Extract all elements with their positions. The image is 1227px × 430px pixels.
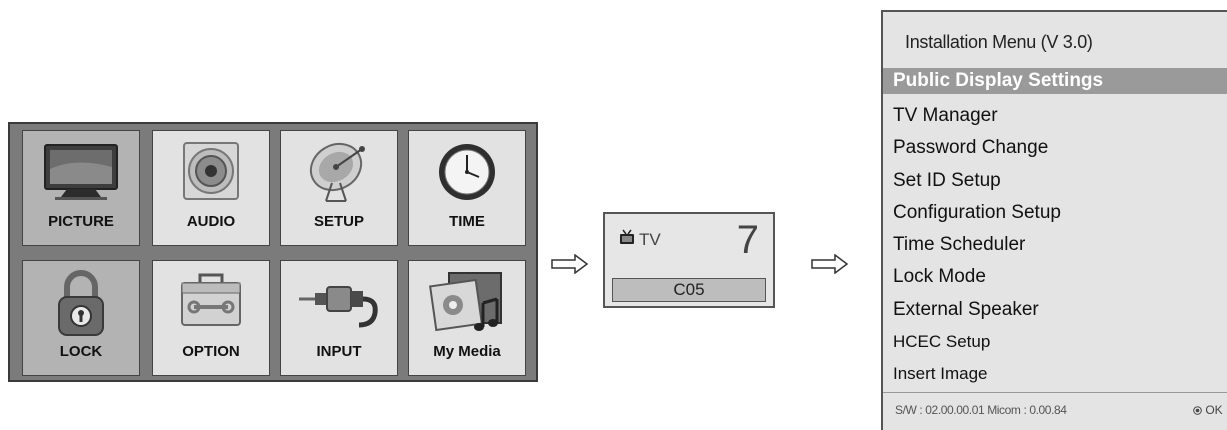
padlock-icon xyxy=(51,269,111,342)
menu-tile-setup[interactable]: SETUP xyxy=(280,130,398,246)
channel-name: C05 xyxy=(612,278,766,302)
software-version: S/W : 02.00.00.01 Micom : 0.00.84 xyxy=(895,403,1067,417)
photo-music-icon xyxy=(427,269,507,342)
tv-icon xyxy=(619,229,635,250)
menu-tile-option[interactable]: OPTION xyxy=(152,260,270,376)
menu-item-password-change[interactable]: Password Change xyxy=(883,132,1227,164)
menu-footer: S/W : 02.00.00.01 Micom : 0.00.84 OK xyxy=(883,392,1227,423)
monitor-icon xyxy=(41,139,121,208)
menu-item-tv-manager[interactable]: TV Manager xyxy=(883,100,1227,132)
menu-tile-input[interactable]: INPUT xyxy=(280,260,398,376)
menu-item-list: Public Display Settings TV Manager Passw… xyxy=(883,68,1227,391)
menu-tile-audio[interactable]: AUDIO xyxy=(152,130,270,246)
menu-title: Installation Menu (V 3.0) xyxy=(905,32,1093,52)
menu-item-public-display-settings[interactable]: Public Display Settings xyxy=(883,68,1227,94)
menu-item-configuration-setup[interactable]: Configuration Setup xyxy=(883,197,1227,229)
menu-tile-label: My Media xyxy=(433,343,501,360)
installation-menu: Installation Menu (V 3.0) Public Display… xyxy=(881,10,1227,430)
satellite-dish-icon xyxy=(304,139,374,210)
menu-item-time-scheduler[interactable]: Time Scheduler xyxy=(883,229,1227,261)
channel-banner: TV 7 C05 xyxy=(603,212,775,308)
menu-tile-my-media[interactable]: My Media xyxy=(408,260,526,376)
menu-tile-label: AUDIO xyxy=(186,213,236,230)
clock-icon xyxy=(434,139,500,210)
menu-tile-label: PICTURE xyxy=(48,213,114,230)
menu-tile-picture[interactable]: PICTURE xyxy=(22,130,140,246)
menu-tile-label: LOCK xyxy=(59,343,103,360)
cable-plug-icon xyxy=(297,269,381,338)
ok-label: OK xyxy=(1205,403,1223,417)
input-source-label: TV xyxy=(639,230,661,249)
speaker-icon xyxy=(178,139,244,208)
menu-tile-time[interactable]: TIME xyxy=(408,130,526,246)
channel-number: 7 xyxy=(736,218,759,262)
right-arrow-icon xyxy=(811,254,849,274)
menu-item-hcec-setup[interactable]: HCEC Setup xyxy=(883,326,1227,358)
menu-tile-label: TIME xyxy=(449,213,485,230)
menu-tile-label: OPTION xyxy=(182,343,240,360)
menu-item-external-speaker[interactable]: External Speaker xyxy=(883,294,1227,326)
ok-hint[interactable]: OK xyxy=(1193,403,1223,417)
menu-item-insert-image[interactable]: Insert Image xyxy=(883,358,1227,390)
menu-tile-label: INPUT xyxy=(316,343,362,360)
ok-button-icon xyxy=(1193,406,1202,415)
main-menu: PICTURE AUDIO SETUP TIME LOCK OPTION INP… xyxy=(8,122,538,382)
menu-item-set-id-setup[interactable]: Set ID Setup xyxy=(883,165,1227,197)
right-arrow-icon xyxy=(551,254,589,274)
menu-tile-label: SETUP xyxy=(313,213,364,230)
menu-tile-lock[interactable]: LOCK xyxy=(22,260,140,376)
toolbox-icon xyxy=(176,269,246,336)
menu-item-lock-mode[interactable]: Lock Mode xyxy=(883,261,1227,293)
